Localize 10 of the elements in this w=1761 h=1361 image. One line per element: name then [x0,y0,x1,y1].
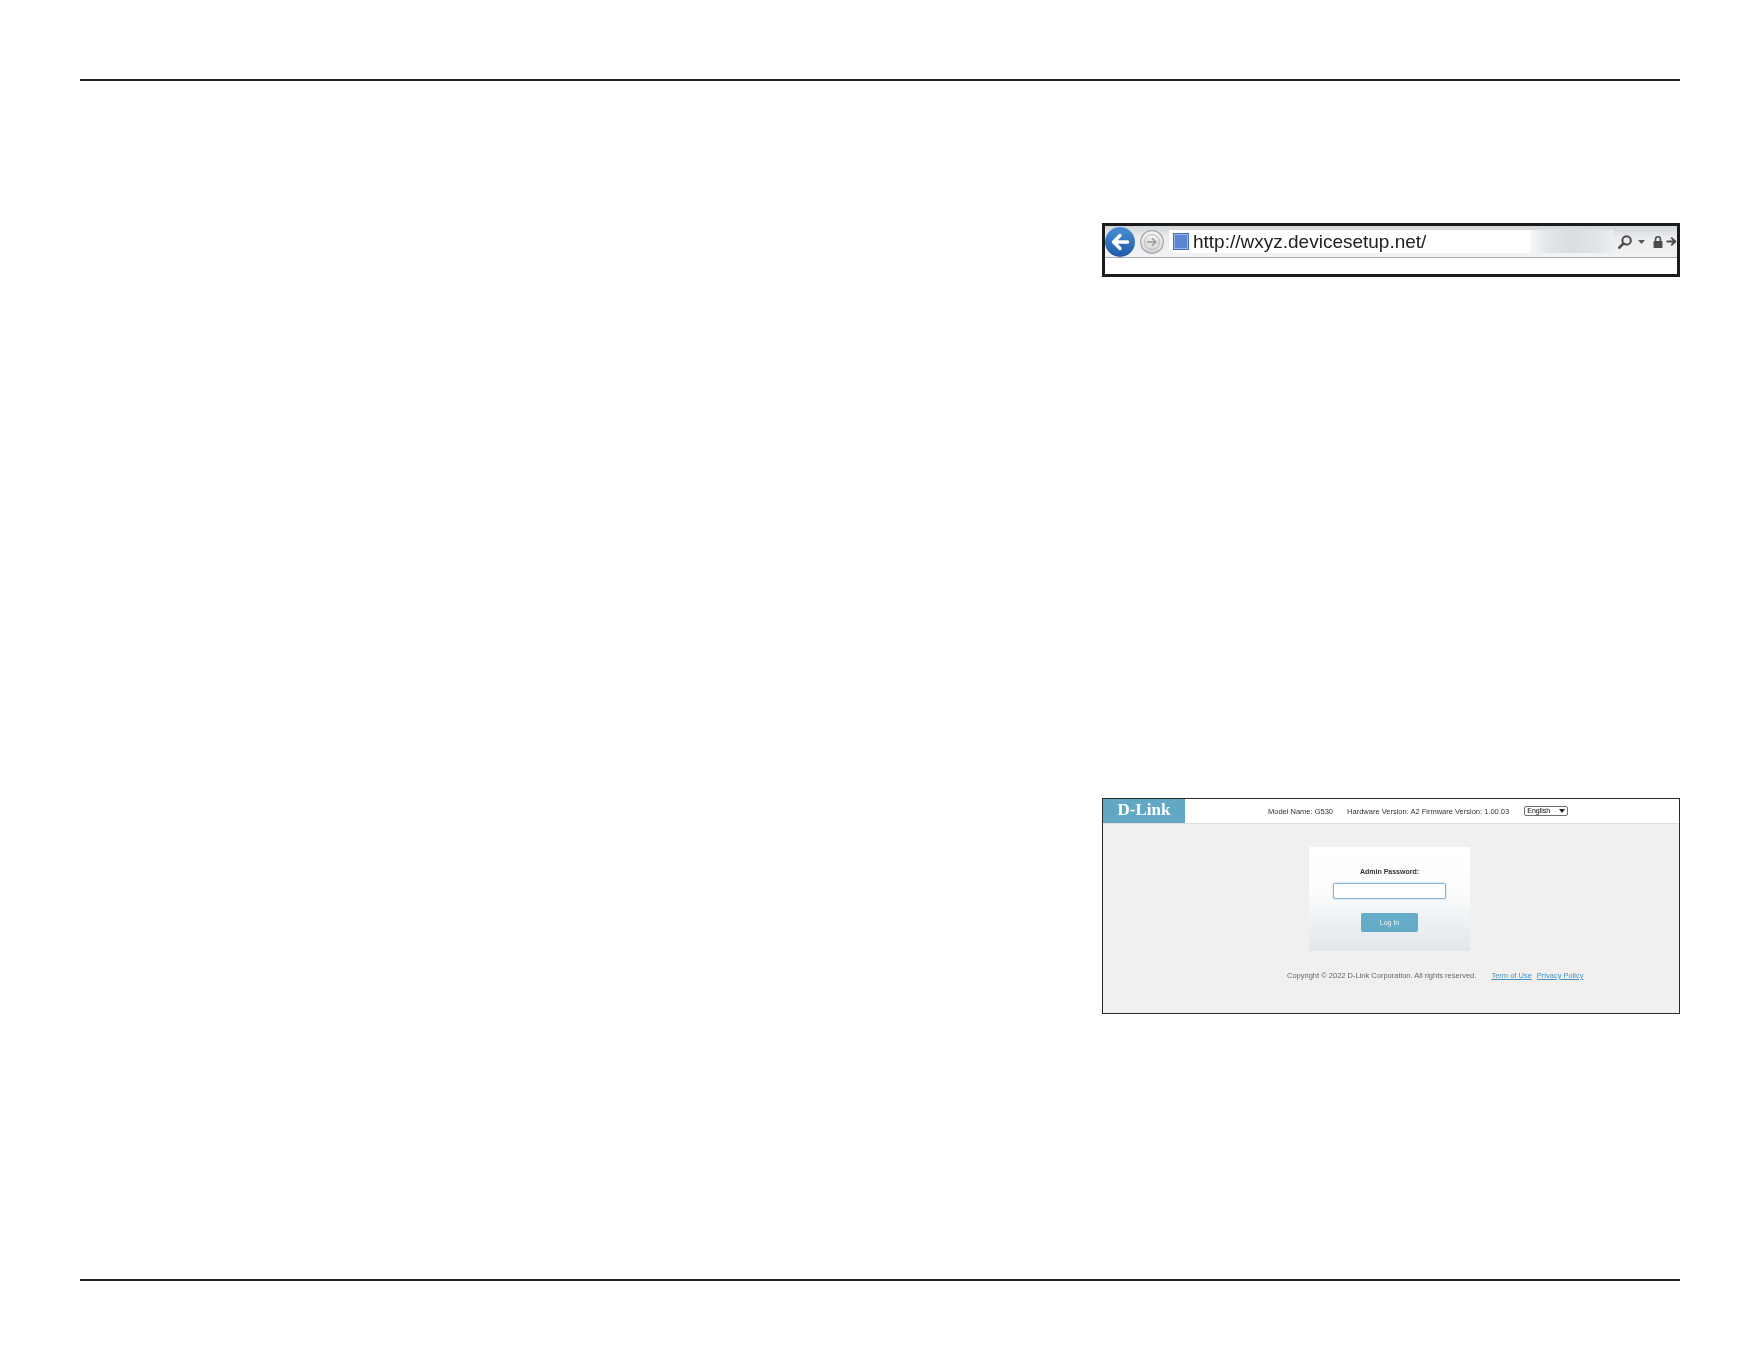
back-icon[interactable] [1105,226,1135,257]
address-field[interactable]: http://wxyz.devicesetup.net/ [1169,230,1530,253]
caret-icon[interactable] [1638,239,1645,244]
caret-icon [1559,809,1566,813]
arrow-right-icon[interactable] [1666,236,1677,247]
password-field[interactable] [1333,883,1446,899]
logo: D-Link [1103,799,1185,823]
favicon-icon [1173,233,1189,250]
lock-icon [1653,235,1663,248]
search-icon[interactable] [1618,234,1632,249]
